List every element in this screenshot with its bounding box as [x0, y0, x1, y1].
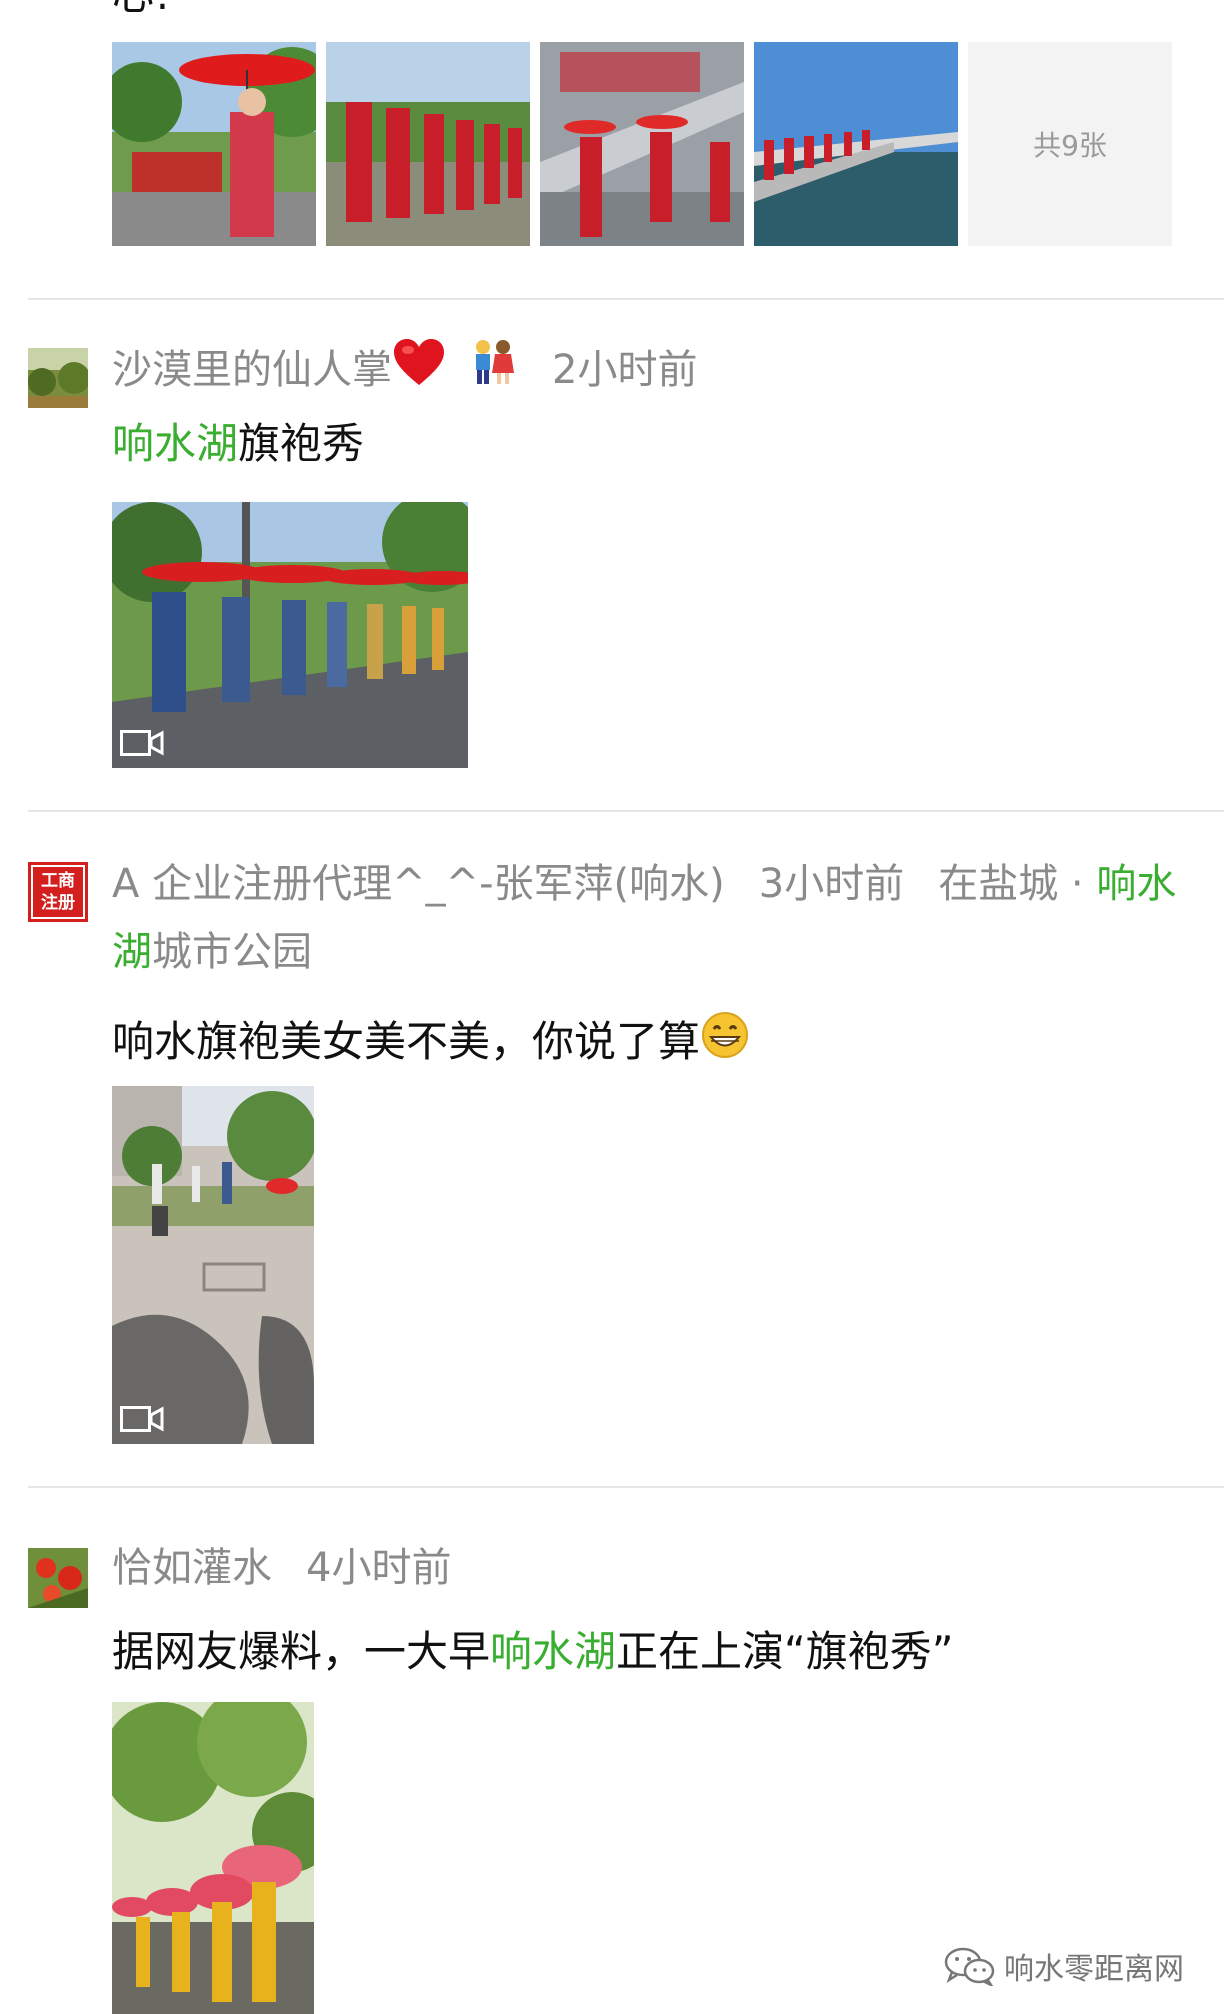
- avatar[interactable]: [28, 1548, 88, 1608]
- divider: [28, 298, 1224, 300]
- photo-thumb-1[interactable]: [112, 42, 316, 246]
- divider: [28, 1486, 1224, 1488]
- post-text-body: 响水旗袍美女美不美，你说了算: [112, 1017, 701, 1066]
- more-photos-label: 共9张: [1033, 129, 1107, 162]
- video-camera-icon: [120, 1406, 164, 1432]
- avatar-text: 注册: [41, 893, 75, 913]
- red-heart-icon: [392, 337, 446, 408]
- moments-feed: 心!: [0, 0, 1224, 2014]
- more-photos-tile[interactable]: 共9张: [968, 42, 1172, 246]
- post-text: 响水旗袍美女美不美，你说了算: [112, 1008, 1184, 1080]
- avatar[interactable]: [28, 348, 88, 408]
- post-time: 4小时前: [306, 1545, 452, 1591]
- post-time: 2小时前: [552, 347, 698, 393]
- username[interactable]: 恰如灌水: [112, 1545, 272, 1591]
- post-header: A 企业注册代理^_^-张军萍(响水) 3小时前 在盐城 · 响水湖城市公园: [112, 850, 1184, 986]
- post-header: 沙漠里的仙人掌 2小时前: [112, 336, 1184, 408]
- topic-link[interactable]: 响水湖: [112, 419, 238, 468]
- post-text-after: 正在上演“旗袍秀”: [616, 1627, 954, 1676]
- post-text-rest: 旗袍秀: [238, 419, 365, 468]
- watermark-label: 响水零距离网: [1004, 1952, 1184, 1987]
- post-text-before: 据网友爆料，一大早: [112, 1627, 491, 1676]
- post-time: 3小时前: [758, 861, 905, 907]
- photo-thumb-4[interactable]: [754, 42, 958, 246]
- username[interactable]: A 企业注册代理^_^-张军萍(响水): [112, 861, 725, 907]
- post-header: 恰如灌水 4小时前: [112, 1534, 1184, 1602]
- photo-thumb-3[interactable]: [540, 42, 744, 246]
- video-thumbnail[interactable]: [112, 502, 468, 768]
- watermark: 响水零距离网: [944, 1944, 1184, 1988]
- photo-grid: 共9张: [112, 42, 1172, 246]
- location-suffix: 城市公园: [152, 929, 312, 975]
- video-thumbnail[interactable]: [112, 1086, 314, 1444]
- couple-icon: [468, 337, 518, 408]
- location-prefix: 在盐城 ·: [938, 861, 1097, 907]
- grinning-face-icon: [700, 1010, 750, 1080]
- photo-thumb-2[interactable]: [326, 42, 530, 246]
- video-camera-icon: [120, 730, 164, 756]
- post-text: 响水湖旗袍秀: [112, 416, 1184, 472]
- avatar[interactable]: 工商 注册: [28, 862, 88, 922]
- divider: [28, 810, 1224, 812]
- post-text: 据网友爆料，一大早响水湖正在上演“旗袍秀”: [112, 1624, 1184, 1680]
- previous-post-text: 心!: [112, 0, 171, 16]
- video-thumbnail[interactable]: [112, 1702, 314, 2014]
- wechat-icon: [944, 1947, 995, 1986]
- username[interactable]: 沙漠里的仙人掌: [112, 347, 392, 393]
- avatar-text: 工商: [41, 871, 75, 891]
- topic-link[interactable]: 响水湖: [490, 1627, 616, 1676]
